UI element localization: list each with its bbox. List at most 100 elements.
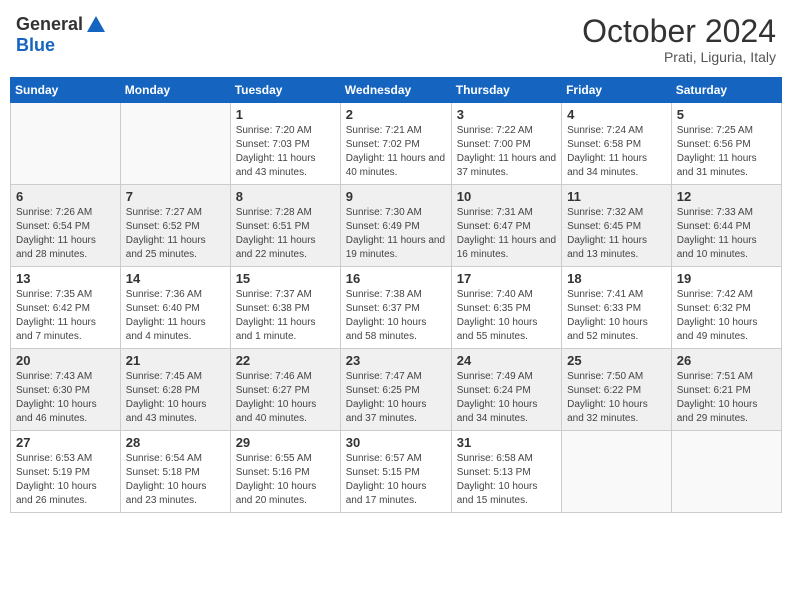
weekday-header-sunday: Sunday (11, 78, 121, 103)
day-detail: Sunrise: 6:55 AM Sunset: 5:16 PM Dayligh… (236, 452, 335, 508)
day-detail: Sunrise: 7:47 AM Sunset: 6:25 PM Dayligh… (346, 370, 446, 426)
day-detail: Sunrise: 7:31 AM Sunset: 6:47 PM Dayligh… (457, 206, 556, 262)
day-detail: Sunrise: 7:32 AM Sunset: 6:45 PM Dayligh… (567, 206, 666, 262)
calendar-week-row: 20 Sunrise: 7:43 AM Sunset: 6:30 PM Dayli… (11, 349, 782, 431)
day-detail: Sunrise: 7:37 AM Sunset: 6:38 PM Dayligh… (236, 288, 335, 344)
weekday-header-friday: Friday (562, 78, 672, 103)
calendar-cell (671, 431, 781, 513)
weekday-header-tuesday: Tuesday (230, 78, 340, 103)
day-number: 18 (567, 271, 666, 286)
day-detail: Sunrise: 7:20 AM Sunset: 7:03 PM Dayligh… (236, 124, 335, 180)
calendar-cell: 6 Sunrise: 7:26 AM Sunset: 6:54 PM Daylig… (11, 185, 121, 267)
weekday-header-monday: Monday (120, 78, 230, 103)
day-number: 31 (457, 435, 556, 450)
day-number: 5 (677, 107, 776, 122)
day-number: 12 (677, 189, 776, 204)
day-detail: Sunrise: 7:43 AM Sunset: 6:30 PM Dayligh… (16, 370, 115, 426)
logo-icon (85, 14, 107, 36)
day-detail: Sunrise: 6:54 AM Sunset: 5:18 PM Dayligh… (126, 452, 225, 508)
calendar-cell: 28 Sunrise: 6:54 AM Sunset: 5:18 PM Dayli… (120, 431, 230, 513)
month-title: October 2024 (582, 14, 776, 49)
day-detail: Sunrise: 7:50 AM Sunset: 6:22 PM Dayligh… (567, 370, 666, 426)
calendar-cell: 30 Sunrise: 6:57 AM Sunset: 5:15 PM Dayli… (340, 431, 451, 513)
calendar-cell: 23 Sunrise: 7:47 AM Sunset: 6:25 PM Dayli… (340, 349, 451, 431)
calendar-cell: 8 Sunrise: 7:28 AM Sunset: 6:51 PM Daylig… (230, 185, 340, 267)
day-detail: Sunrise: 7:38 AM Sunset: 6:37 PM Dayligh… (346, 288, 446, 344)
weekday-header-wednesday: Wednesday (340, 78, 451, 103)
day-detail: Sunrise: 7:30 AM Sunset: 6:49 PM Dayligh… (346, 206, 446, 262)
calendar-cell: 1 Sunrise: 7:20 AM Sunset: 7:03 PM Daylig… (230, 103, 340, 185)
day-number: 6 (16, 189, 115, 204)
day-detail: Sunrise: 7:27 AM Sunset: 6:52 PM Dayligh… (126, 206, 225, 262)
calendar-cell: 22 Sunrise: 7:46 AM Sunset: 6:27 PM Dayli… (230, 349, 340, 431)
day-number: 4 (567, 107, 666, 122)
calendar-cell: 21 Sunrise: 7:45 AM Sunset: 6:28 PM Dayli… (120, 349, 230, 431)
day-number: 2 (346, 107, 446, 122)
calendar-cell: 25 Sunrise: 7:50 AM Sunset: 6:22 PM Dayli… (562, 349, 672, 431)
day-detail: Sunrise: 7:26 AM Sunset: 6:54 PM Dayligh… (16, 206, 115, 262)
calendar-cell: 14 Sunrise: 7:36 AM Sunset: 6:40 PM Dayli… (120, 267, 230, 349)
calendar-week-row: 6 Sunrise: 7:26 AM Sunset: 6:54 PM Daylig… (11, 185, 782, 267)
calendar-cell: 12 Sunrise: 7:33 AM Sunset: 6:44 PM Dayli… (671, 185, 781, 267)
day-detail: Sunrise: 7:25 AM Sunset: 6:56 PM Dayligh… (677, 124, 776, 180)
day-number: 14 (126, 271, 225, 286)
calendar-cell: 26 Sunrise: 7:51 AM Sunset: 6:21 PM Dayli… (671, 349, 781, 431)
day-detail: Sunrise: 7:33 AM Sunset: 6:44 PM Dayligh… (677, 206, 776, 262)
day-number: 26 (677, 353, 776, 368)
page-header: General Blue October 2024 Prati, Liguria… (10, 10, 782, 69)
calendar-cell: 19Sunrise: 7:42 AM Sunset: 6:32 PM Dayli… (671, 267, 781, 349)
day-number: 23 (346, 353, 446, 368)
weekday-header-row: SundayMondayTuesdayWednesdayThursdayFrid… (11, 78, 782, 103)
day-detail: Sunrise: 7:40 AM Sunset: 6:35 PM Dayligh… (457, 288, 556, 344)
day-detail: Sunrise: 7:45 AM Sunset: 6:28 PM Dayligh… (126, 370, 225, 426)
calendar-cell: 15 Sunrise: 7:37 AM Sunset: 6:38 PM Dayli… (230, 267, 340, 349)
calendar-cell: 24Sunrise: 7:49 AM Sunset: 6:24 PM Dayli… (451, 349, 561, 431)
day-number: 30 (346, 435, 446, 450)
logo-general: General (16, 15, 83, 35)
day-detail: Sunrise: 7:35 AM Sunset: 6:42 PM Dayligh… (16, 288, 115, 344)
calendar-cell: 17Sunrise: 7:40 AM Sunset: 6:35 PM Dayli… (451, 267, 561, 349)
day-detail: Sunrise: 7:28 AM Sunset: 6:51 PM Dayligh… (236, 206, 335, 262)
day-number: 24 (457, 353, 556, 368)
day-detail: Sunrise: 7:21 AM Sunset: 7:02 PM Dayligh… (346, 124, 446, 180)
day-detail: Sunrise: 7:22 AM Sunset: 7:00 PM Dayligh… (457, 124, 556, 180)
day-detail: Sunrise: 7:42 AM Sunset: 6:32 PM Dayligh… (677, 288, 776, 344)
day-number: 9 (346, 189, 446, 204)
calendar-cell: 13Sunrise: 7:35 AM Sunset: 6:42 PM Dayli… (11, 267, 121, 349)
calendar-cell (562, 431, 672, 513)
calendar-cell: 2 Sunrise: 7:21 AM Sunset: 7:02 PM Daylig… (340, 103, 451, 185)
calendar-cell: 29 Sunrise: 6:55 AM Sunset: 5:16 PM Dayli… (230, 431, 340, 513)
day-number: 10 (457, 189, 556, 204)
day-number: 20 (16, 353, 115, 368)
day-number: 16 (346, 271, 446, 286)
day-number: 3 (457, 107, 556, 122)
day-number: 15 (236, 271, 335, 286)
day-number: 7 (126, 189, 225, 204)
day-detail: Sunrise: 6:58 AM Sunset: 5:13 PM Dayligh… (457, 452, 556, 508)
day-number: 8 (236, 189, 335, 204)
calendar-week-row: 13Sunrise: 7:35 AM Sunset: 6:42 PM Dayli… (11, 267, 782, 349)
day-number: 27 (16, 435, 115, 450)
weekday-header-saturday: Saturday (671, 78, 781, 103)
day-detail: Sunrise: 7:36 AM Sunset: 6:40 PM Dayligh… (126, 288, 225, 344)
day-number: 21 (126, 353, 225, 368)
day-detail: Sunrise: 7:51 AM Sunset: 6:21 PM Dayligh… (677, 370, 776, 426)
location-subtitle: Prati, Liguria, Italy (582, 49, 776, 65)
calendar-cell: 11Sunrise: 7:32 AM Sunset: 6:45 PM Dayli… (562, 185, 672, 267)
calendar-cell: 18Sunrise: 7:41 AM Sunset: 6:33 PM Dayli… (562, 267, 672, 349)
day-number: 28 (126, 435, 225, 450)
calendar-cell (11, 103, 121, 185)
calendar-cell: 3 Sunrise: 7:22 AM Sunset: 7:00 PM Daylig… (451, 103, 561, 185)
calendar-week-row: 27Sunrise: 6:53 AM Sunset: 5:19 PM Dayli… (11, 431, 782, 513)
day-detail: Sunrise: 6:57 AM Sunset: 5:15 PM Dayligh… (346, 452, 446, 508)
day-number: 22 (236, 353, 335, 368)
calendar-cell: 4 Sunrise: 7:24 AM Sunset: 6:58 PM Daylig… (562, 103, 672, 185)
day-detail: Sunrise: 7:24 AM Sunset: 6:58 PM Dayligh… (567, 124, 666, 180)
day-number: 1 (236, 107, 335, 122)
logo-blue: Blue (16, 36, 107, 56)
day-number: 29 (236, 435, 335, 450)
calendar-table: SundayMondayTuesdayWednesdayThursdayFrid… (10, 77, 782, 513)
day-detail: Sunrise: 7:46 AM Sunset: 6:27 PM Dayligh… (236, 370, 335, 426)
day-number: 25 (567, 353, 666, 368)
calendar-cell: 7 Sunrise: 7:27 AM Sunset: 6:52 PM Daylig… (120, 185, 230, 267)
